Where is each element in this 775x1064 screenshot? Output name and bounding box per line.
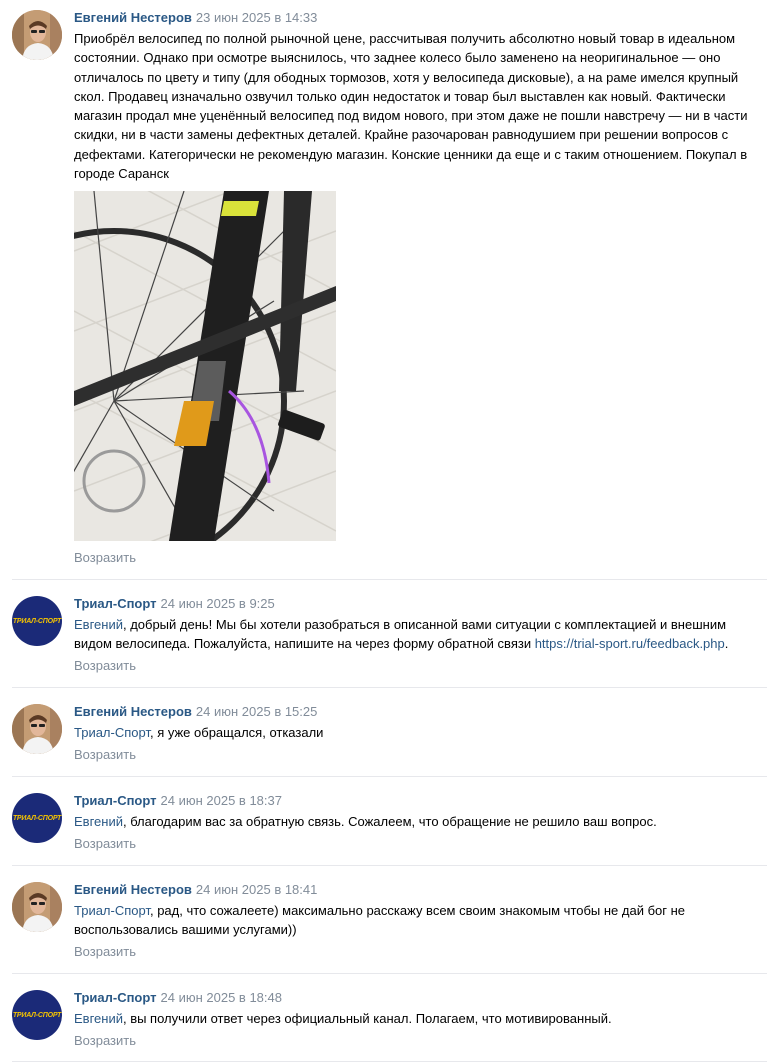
- mention-link[interactable]: Триал-Спорт: [74, 903, 150, 918]
- avatar[interactable]: ТРИАЛ-СПОРТ: [12, 793, 62, 843]
- author-name[interactable]: Евгений Нестеров: [74, 704, 192, 719]
- reply-button[interactable]: Возразить: [74, 550, 136, 566]
- avatar[interactable]: ТРИАЛ-СПОРТ: [12, 990, 62, 1040]
- comment-date[interactable]: 24 июн 2025 в 18:48: [161, 990, 282, 1005]
- reply-button[interactable]: Возразить: [74, 658, 136, 674]
- comment-text: Триал-Спорт, я уже обращался, отказали: [74, 725, 324, 740]
- reply-button[interactable]: Возразить: [74, 836, 136, 852]
- avatar[interactable]: [12, 10, 62, 60]
- brand-logo: ТРИАЛ-СПОРТ: [12, 617, 62, 625]
- separator: [12, 973, 767, 974]
- attached-photo[interactable]: [74, 191, 336, 541]
- author-name[interactable]: Евгений Нестеров: [74, 882, 192, 897]
- reply-button[interactable]: Возразить: [74, 747, 136, 763]
- separator: [12, 776, 767, 777]
- comment-date[interactable]: 24 июн 2025 в 18:37: [161, 793, 282, 808]
- comment-date[interactable]: 24 июн 2025 в 18:41: [196, 882, 317, 897]
- author-name[interactable]: Евгений Нестеров: [74, 10, 192, 25]
- mention-link[interactable]: Евгений: [74, 1011, 123, 1026]
- brand-logo: ТРИАЛ-СПОРТ: [12, 814, 62, 822]
- comment-date[interactable]: 24 июн 2025 в 9:25: [161, 596, 275, 611]
- reply-button[interactable]: Возразить: [74, 944, 136, 960]
- mention-link[interactable]: Евгений: [74, 814, 123, 829]
- separator: [12, 1061, 767, 1062]
- mention-link[interactable]: Триал-Спорт: [74, 725, 150, 740]
- comment-text: Приобрёл велосипед по полной рыночной це…: [74, 31, 748, 182]
- comment-date[interactable]: 23 июн 2025 в 14:33: [196, 10, 317, 25]
- comment-date[interactable]: 24 июн 2025 в 15:25: [196, 704, 317, 719]
- author-name[interactable]: Триал-Спорт: [74, 990, 157, 1005]
- separator: [12, 687, 767, 688]
- comment-text: Евгений, вы получили ответ через официал…: [74, 1011, 612, 1026]
- author-name[interactable]: Триал-Спорт: [74, 596, 157, 611]
- author-name[interactable]: Триал-Спорт: [74, 793, 157, 808]
- brand-logo: ТРИАЛ-СПОРТ: [12, 1011, 62, 1019]
- separator: [12, 865, 767, 866]
- comments-thread: Евгений Нестеров 23 июн 2025 в 14:33 Прио…: [0, 0, 775, 1064]
- feedback-link[interactable]: https://trial-sport.ru/feedback.php: [535, 636, 725, 651]
- mention-link[interactable]: Евгений: [74, 617, 123, 632]
- avatar[interactable]: [12, 882, 62, 932]
- avatar[interactable]: [12, 704, 62, 754]
- reply-button[interactable]: Возразить: [74, 1033, 136, 1049]
- avatar[interactable]: ТРИАЛ-СПОРТ: [12, 596, 62, 646]
- comment-text: Евгений, добрый день! Мы бы хотели разоб…: [74, 617, 729, 652]
- comment-text: Триал-Спорт, рад, что сожалеете) максима…: [74, 903, 686, 938]
- comment-text: Евгений, благодарим вас за обратную связ…: [74, 814, 657, 829]
- separator: [12, 579, 767, 580]
